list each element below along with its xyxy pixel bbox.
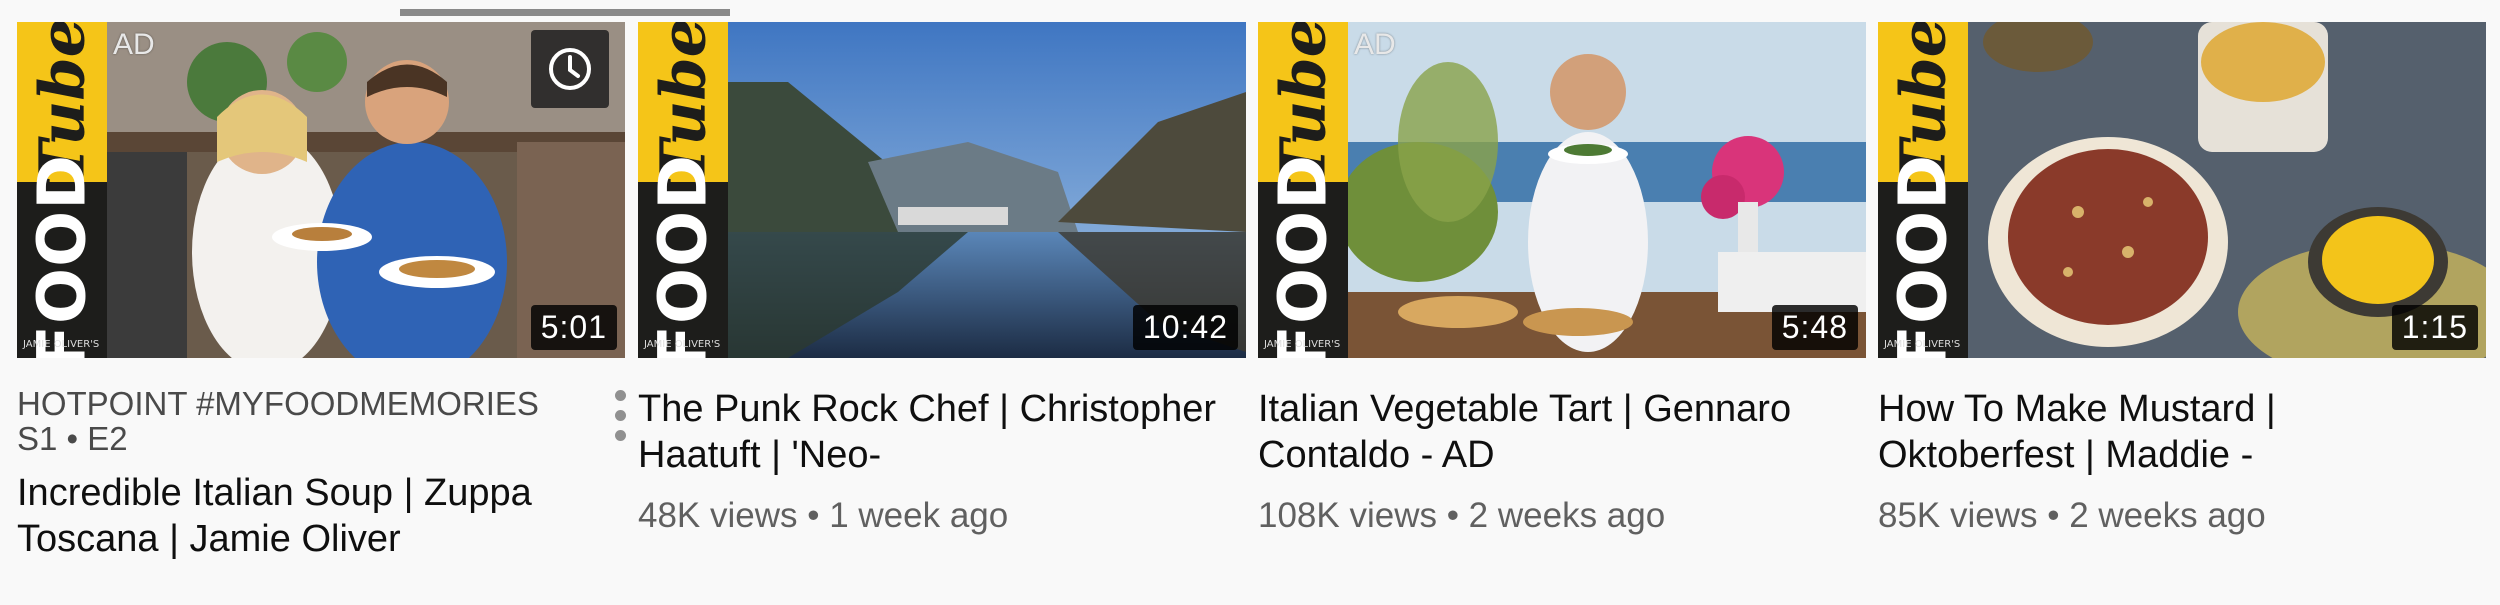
brand-food-text: FOOD bbox=[644, 153, 722, 358]
brand-food-text: FOOD bbox=[23, 153, 101, 358]
video-meta: Italian Vegetable Tart | Gennaro Contald… bbox=[1258, 386, 1866, 536]
video-title[interactable]: The Punk Rock Chef | Christopher Haatuft… bbox=[638, 386, 1238, 478]
video-card[interactable]: Tube FOOD JAMIE OLIVER'S AD 5:48 Italian… bbox=[1258, 22, 1866, 592]
ad-label: AD bbox=[113, 28, 155, 61]
video-title[interactable]: How To Make Mustard | Oktoberfest | Madd… bbox=[1878, 386, 2478, 478]
channel-logo: Tube FOOD JAMIE OLIVER'S bbox=[17, 22, 107, 358]
duration-badge: 10:42 bbox=[1132, 305, 1238, 350]
brand-food-text: FOOD bbox=[1264, 153, 1342, 358]
channel-logo: Tube FOOD JAMIE OLIVER'S bbox=[1878, 22, 1968, 358]
video-title[interactable]: Italian Vegetable Tart | Gennaro Contald… bbox=[1258, 386, 1858, 478]
watch-later-button[interactable] bbox=[531, 30, 609, 108]
video-meta: How To Make Mustard | Oktoberfest | Madd… bbox=[1878, 386, 2486, 536]
video-stats: 108K views • 2 weeks ago bbox=[1258, 496, 1666, 535]
video-thumbnail[interactable]: Tube FOOD JAMIE OLIVER'S AD 5:01 bbox=[17, 22, 625, 358]
video-title[interactable]: Incredible Italian Soup | Zuppa Toscana … bbox=[17, 470, 617, 562]
video-stats: 48K views • 1 week ago bbox=[638, 496, 1009, 535]
channel-logo: Tube FOOD JAMIE OLIVER'S bbox=[1258, 22, 1348, 358]
brand-subtitle: JAMIE OLIVER'S bbox=[23, 339, 100, 350]
video-card[interactable]: Tube FOOD JAMIE OLIVER'S 10:42 The Punk … bbox=[638, 22, 1246, 592]
more-vert-icon[interactable] bbox=[609, 388, 633, 444]
video-thumbnail[interactable]: Tube FOOD JAMIE OLIVER'S AD 5:48 bbox=[1258, 22, 1866, 358]
video-thumbnail[interactable]: Tube FOOD JAMIE OLIVER'S 10:42 bbox=[638, 22, 1246, 358]
duration-badge: 5:48 bbox=[1771, 305, 1858, 350]
duration-badge: 5:01 bbox=[530, 305, 617, 350]
duration-badge: 1:15 bbox=[2391, 305, 2478, 350]
video-card[interactable]: Tube FOOD JAMIE OLIVER'S AD 5:01 HOTPOIN… bbox=[17, 22, 626, 592]
carousel-scroll-indicator bbox=[400, 9, 730, 16]
video-meta: HOTPOINT #MYFOODMEMORIES S1 • E2 Incredi… bbox=[17, 386, 626, 562]
playlist-label[interactable]: HOTPOINT #MYFOODMEMORIES S1 • E2 bbox=[17, 386, 557, 456]
brand-subtitle: JAMIE OLIVER'S bbox=[644, 339, 721, 350]
clock-icon bbox=[549, 48, 591, 90]
video-meta: The Punk Rock Chef | Christopher Haatuft… bbox=[638, 386, 1246, 536]
channel-logo: Tube FOOD JAMIE OLIVER'S bbox=[638, 22, 728, 358]
video-stats: 85K views • 2 weeks ago bbox=[1878, 496, 2266, 535]
video-card[interactable]: Tube FOOD JAMIE OLIVER'S 1:15 How To Mak… bbox=[1878, 22, 2486, 592]
brand-food-text: FOOD bbox=[1884, 153, 1962, 358]
brand-subtitle: JAMIE OLIVER'S bbox=[1884, 339, 1961, 350]
brand-subtitle: JAMIE OLIVER'S bbox=[1264, 339, 1341, 350]
ad-label: AD bbox=[1354, 28, 1396, 61]
video-thumbnail[interactable]: Tube FOOD JAMIE OLIVER'S 1:15 bbox=[1878, 22, 2486, 358]
